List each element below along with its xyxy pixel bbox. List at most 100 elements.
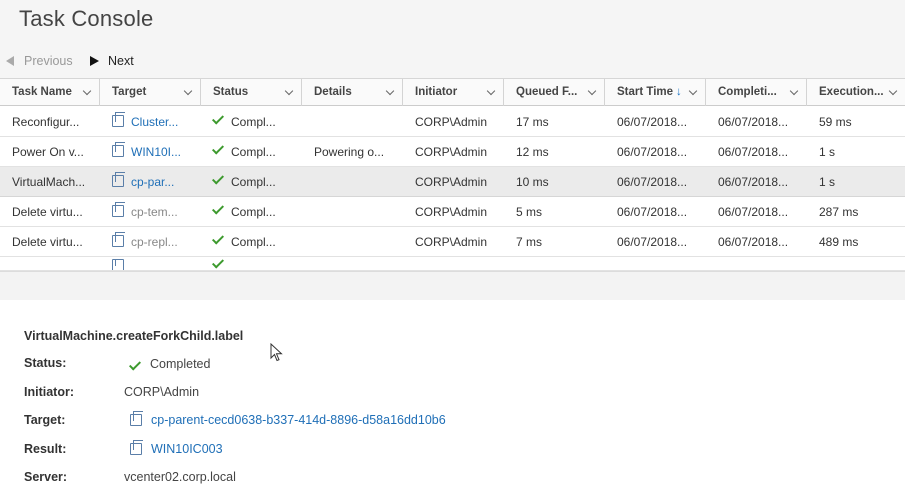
- previous-button[interactable]: Previous: [6, 54, 73, 68]
- task-name-cell: Power On v...: [12, 145, 84, 159]
- target-cell: cp-repl...: [100, 227, 201, 257]
- page-title: Task Console: [19, 6, 154, 31]
- initiator-cell: CORP\Admin: [415, 235, 488, 249]
- chevron-down-icon[interactable]: [789, 86, 799, 96]
- queued-cell: 12 ms: [516, 145, 549, 159]
- vm-icon: [130, 440, 143, 455]
- status-cell: [201, 259, 302, 270]
- status-cell: Compl...: [201, 137, 302, 167]
- result-link[interactable]: WIN10IC003: [124, 440, 223, 456]
- chevron-down-icon[interactable]: [183, 86, 193, 96]
- status-cell: Compl...: [201, 227, 302, 257]
- target-cell: cp-tem...: [100, 197, 201, 227]
- start-time-cell: 06/07/2018...: [617, 235, 688, 249]
- task-grid: Task Name Target Status Details Initiato…: [0, 78, 905, 300]
- details-cell: [302, 197, 403, 227]
- status-cell: Compl...: [201, 107, 302, 137]
- status-cell: Compl...: [201, 167, 302, 197]
- completion-cell: 06/07/2018...: [718, 205, 789, 219]
- table-row-selected[interactable]: VirtualMach... cp-par... Compl... CORP\A…: [0, 167, 905, 197]
- completion-cell: 06/07/2018...: [718, 175, 789, 189]
- column-header-details[interactable]: Details: [302, 79, 403, 106]
- chevron-down-icon[interactable]: [385, 86, 395, 96]
- execution-cell: 1 s: [819, 145, 836, 159]
- table-row[interactable]: Delete virtu... cp-repl... Compl... CORP…: [0, 227, 905, 257]
- target-link[interactable]: Cluster...: [100, 107, 201, 137]
- chevron-down-icon[interactable]: [486, 86, 496, 96]
- column-header-status[interactable]: Status: [201, 79, 302, 106]
- next-button[interactable]: Next: [90, 54, 134, 68]
- check-icon: [211, 232, 225, 245]
- target-link[interactable]: cp-parent-cecd0638-b337-414d-8896-d58a16…: [124, 411, 446, 427]
- initiator-value: CORP\Admin: [124, 385, 200, 399]
- queued-cell: 7 ms: [516, 235, 543, 249]
- start-time-cell: 06/07/2018...: [617, 175, 688, 189]
- grid-footer: [0, 271, 905, 300]
- check-icon: [211, 112, 225, 125]
- execution-cell: 1 s: [819, 175, 836, 189]
- column-header-start-time[interactable]: Start Time ↓: [605, 79, 706, 106]
- column-header-queued-for[interactable]: Queued F...: [504, 79, 605, 106]
- execution-cell: 489 ms: [819, 235, 859, 249]
- check-icon: [211, 142, 225, 155]
- initiator-label: Initiator:: [24, 385, 74, 399]
- initiator-cell: CORP\Admin: [415, 145, 488, 159]
- initiator-cell: CORP\Admin: [415, 115, 488, 129]
- column-header-completion[interactable]: Completi...: [706, 79, 807, 106]
- table-row[interactable]: Power On v... WIN10I... Compl... Powerin…: [0, 137, 905, 167]
- column-header-target[interactable]: Target: [100, 79, 201, 106]
- execution-cell: 287 ms: [819, 205, 859, 219]
- start-time-cell: 06/07/2018...: [617, 115, 688, 129]
- completion-cell: 06/07/2018...: [718, 115, 789, 129]
- queued-cell: 10 ms: [516, 175, 549, 189]
- start-time-cell: 06/07/2018...: [617, 145, 688, 159]
- vm-icon: [130, 411, 143, 426]
- status-value: Completed: [124, 357, 210, 371]
- grid-header: Task Name Target Status Details Initiato…: [0, 79, 905, 106]
- details-cell: [302, 167, 403, 197]
- column-header-execution[interactable]: Execution...: [807, 79, 905, 106]
- vm-icon: [112, 202, 125, 217]
- task-name-cell: Delete virtu...: [12, 205, 83, 219]
- table-row[interactable]: Reconfigur... Cluster... Compl... CORP\A…: [0, 107, 905, 137]
- triangle-right-icon: [90, 56, 99, 66]
- table-row[interactable]: Delete virtu... cp-tem... Compl... CORP\…: [0, 197, 905, 227]
- column-header-task-name[interactable]: Task Name: [0, 79, 100, 106]
- vm-icon: [112, 142, 125, 157]
- initiator-cell: CORP\Admin: [415, 205, 488, 219]
- completion-cell: 06/07/2018...: [718, 145, 789, 159]
- sort-descending-icon[interactable]: ↓: [676, 86, 682, 98]
- previous-label: Previous: [24, 54, 73, 68]
- target-link[interactable]: cp-par...: [100, 167, 201, 197]
- details-cell: Powering o...: [314, 145, 385, 159]
- title-bar: Task Console: [0, 0, 905, 44]
- target-link[interactable]: WIN10I...: [100, 137, 201, 167]
- task-name-cell: Delete virtu...: [12, 235, 83, 249]
- initiator-cell: CORP\Admin: [415, 175, 488, 189]
- chevron-down-icon[interactable]: [82, 86, 92, 96]
- execution-cell: 59 ms: [819, 115, 852, 129]
- chevron-down-icon[interactable]: [688, 86, 698, 96]
- chevron-down-icon[interactable]: [284, 86, 294, 96]
- check-icon: [128, 357, 142, 371]
- triangle-left-icon: [6, 56, 14, 66]
- chevron-down-icon[interactable]: [888, 86, 898, 96]
- details-cell: [302, 107, 403, 137]
- check-icon: [211, 172, 225, 185]
- cluster-icon: [112, 112, 125, 127]
- server-label: Server:: [24, 470, 68, 484]
- queued-cell: 5 ms: [516, 205, 543, 219]
- completion-cell: 06/07/2018...: [718, 235, 789, 249]
- column-header-initiator[interactable]: Initiator: [403, 79, 504, 106]
- detail-title: VirtualMachine.createForkChild.label: [24, 329, 244, 343]
- check-icon: [211, 259, 225, 269]
- queued-cell: 17 ms: [516, 115, 549, 129]
- task-name-cell: Reconfigur...: [12, 115, 80, 129]
- table-row-partial[interactable]: [0, 259, 905, 271]
- target-cell: [100, 259, 201, 270]
- vm-icon: [112, 259, 124, 270]
- result-label: Result:: [24, 442, 67, 456]
- task-detail-pane: VirtualMachine.createForkChild.label Sta…: [0, 300, 905, 493]
- chevron-down-icon[interactable]: [587, 86, 597, 96]
- vm-icon: [112, 172, 125, 187]
